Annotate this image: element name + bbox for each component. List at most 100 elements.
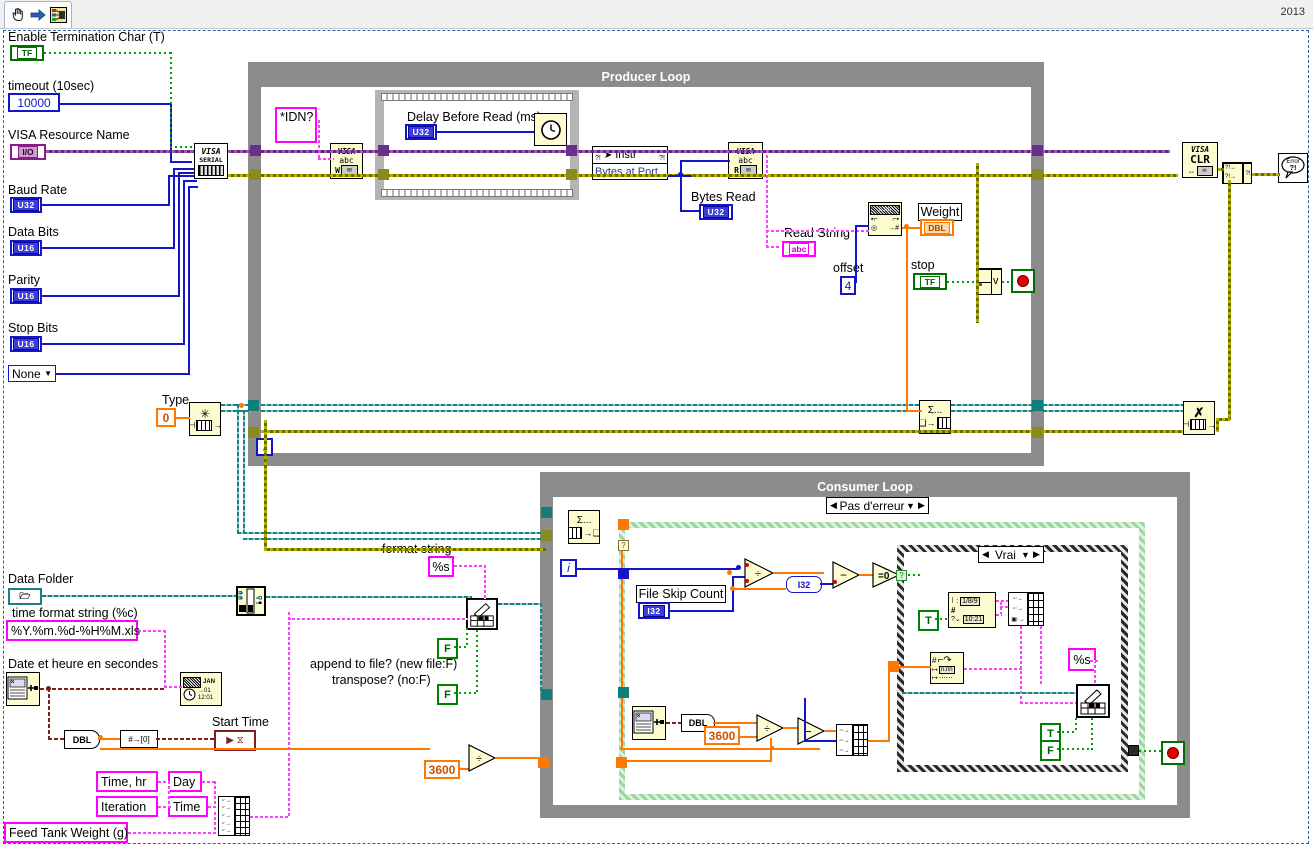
block-diagram-icon[interactable] <box>50 7 67 24</box>
build-path-node[interactable] <box>236 586 266 616</box>
case-selector-error[interactable]: ◀ Pas d'erreur ▼ ▶ <box>826 497 929 514</box>
wait-ms-node[interactable] <box>534 113 567 146</box>
case-next-arrow-icon[interactable]: ▶ <box>916 500 927 511</box>
tunnel-producer-error-left[interactable] <box>250 169 261 180</box>
subtract-node[interactable]: − <box>832 561 860 589</box>
read-string-indicator[interactable]: abc <box>782 241 816 257</box>
time-format-string-value: %Y.%m.%d-%H%M.xls <box>11 623 140 638</box>
tunnel-case-bool-selector[interactable]: ? <box>896 570 907 581</box>
format-datetime-string-node[interactable]: ⠇: 1/8/9 # ?⌄ 10:21 <box>948 592 996 628</box>
get-date-time-seconds-node[interactable] <box>6 672 40 706</box>
enable-term-char-terminal[interactable]: TF <box>10 45 44 61</box>
or-gate-node[interactable]: v <box>977 268 1002 295</box>
tunnel-producer-visa-left[interactable] <box>250 145 261 156</box>
toolbar-button-group[interactable] <box>4 1 72 28</box>
obtain-queue-node[interactable]: ✳ ⊣ → <box>189 402 221 436</box>
consumer-stop-button[interactable] <box>1161 741 1185 765</box>
enqueue-element-node[interactable]: Σ... ❑→ <box>919 400 951 434</box>
true-constant-1[interactable]: T <box>918 610 939 631</box>
header-time-hr-constant[interactable]: Time, hr <box>96 771 158 792</box>
loop-stop-button[interactable] <box>1011 269 1035 293</box>
hand-tool-icon[interactable] <box>10 7 26 24</box>
visa-configure-serial-node[interactable]: VISA SERIAL <box>194 143 228 179</box>
weight-indicator[interactable]: DBL <box>920 219 954 236</box>
delay-before-read-terminal[interactable]: U32 <box>405 124 437 140</box>
tunnel-bool-orange-in[interactable] <box>888 661 899 672</box>
flow-control-dropdown[interactable]: None ▼ <box>8 365 56 382</box>
tunnel-consumer-queue-left[interactable] <box>541 507 552 518</box>
consumer-iteration-terminal[interactable]: i <box>560 559 577 577</box>
format-datetime-string-node-left[interactable]: JAN →01 12:01 <box>180 672 222 706</box>
case-prev-arrow-icon[interactable]: ◀ <box>828 500 839 511</box>
scan-from-string-node[interactable]: n.nn ▪⌐ ⌐▪ ◎ →# <box>868 202 902 236</box>
append-to-file-constant[interactable]: F <box>437 638 458 659</box>
idn-string-constant[interactable]: *IDN? <box>275 107 317 143</box>
case-dropdown-icon[interactable]: ▼ <box>905 501 916 511</box>
tunnel-producer-error-bottom-right[interactable] <box>1032 427 1043 438</box>
release-queue-node[interactable]: ✗ ⊣ → <box>1183 401 1215 435</box>
format-value-node[interactable]: # ⌐↷ ↦ n.nn ↦ ⋯⋯ <box>930 652 964 684</box>
bytes-read-indicator[interactable]: U32 <box>699 204 733 220</box>
case-prev-arrow-icon-2[interactable]: ◀ <box>980 549 991 560</box>
tunnel-consumer-stop[interactable] <box>1128 745 1139 756</box>
tunnel-seq-visa-right[interactable] <box>566 145 577 156</box>
dequeue-element-node[interactable]: Σ... →❑ <box>568 510 600 544</box>
data-folder-terminal[interactable]: 🗁 <box>8 588 42 605</box>
tunnel-consumer-teal-left[interactable] <box>541 689 552 700</box>
get-date-time-seconds-node-2[interactable] <box>632 706 666 740</box>
tunnel-producer-queue-left[interactable] <box>248 400 259 411</box>
tunnel-producer-visa-right[interactable] <box>1032 145 1043 156</box>
tunnel-producer-error-right[interactable] <box>1032 169 1043 180</box>
seconds-constant-consumer[interactable]: 3600 <box>704 726 740 745</box>
transpose-constant[interactable]: F <box>437 684 458 705</box>
timeout-terminal[interactable]: 10000 <box>8 93 60 112</box>
case-next-arrow-icon-2[interactable]: ▶ <box>1031 549 1042 560</box>
case-selector-boolean[interactable]: ◀ Vrai ▼ ▶ <box>978 546 1044 563</box>
divide-node-left[interactable]: ÷ <box>468 744 496 772</box>
number-to-string-node[interactable]: #→[0] <box>120 730 158 748</box>
tunnel-left-orange[interactable] <box>538 757 549 768</box>
stop-terminal[interactable]: TF <box>913 273 947 290</box>
tunnel-seq-error-left[interactable] <box>378 169 389 180</box>
right-arrow-icon[interactable] <box>30 7 46 24</box>
tunnel-producer-queue-right[interactable] <box>1032 400 1043 411</box>
seconds-constant-consumer-value: 3600 <box>708 728 736 743</box>
tunnel-seq-visa-left[interactable] <box>378 145 389 156</box>
type-constant[interactable]: 0 <box>156 408 176 427</box>
tunnel-consumer-error-left[interactable] <box>541 530 552 541</box>
seconds-constant-left[interactable]: 3600 <box>424 760 460 779</box>
tunnel-seq-error-right[interactable] <box>566 169 577 180</box>
offset-constant[interactable]: 4 <box>840 276 856 295</box>
build-array-node-headers[interactable]: ▫⋅→ ▫⋅→ ▫⋅→ ▫⋅→ ▫⋅→ <box>218 796 250 836</box>
visa-clear-node[interactable]: VISA CLR ⇔ ✉ <box>1182 142 1218 178</box>
visa-resource-terminal[interactable]: I/O <box>10 144 46 160</box>
simple-error-handler-node[interactable]: Error?! <box>1278 153 1308 183</box>
baud-rate-terminal[interactable]: U32 <box>10 197 42 213</box>
wire-transpose-h <box>454 692 478 694</box>
case-dropdown-icon-2[interactable]: ▼ <box>1020 550 1031 560</box>
header-iteration-constant[interactable]: Iteration <box>96 796 158 817</box>
false-constant-3[interactable]: F <box>1040 740 1061 761</box>
stop-bits-terminal[interactable]: U16 <box>10 336 42 352</box>
header-day-constant[interactable]: Day <box>168 771 202 792</box>
tunnel-case-orange-bottom[interactable] <box>616 757 627 768</box>
file-skip-count-terminal[interactable]: I32 <box>638 602 670 619</box>
quotient-remainder-node[interactable]: ÷ <box>744 558 774 588</box>
time-format-string-constant[interactable]: %Y.%m.%d-%H%M.xls <box>6 620 140 641</box>
tunnel-producer-error-bottom-left[interactable] <box>248 427 259 438</box>
header-feed-tank-weight-constant[interactable]: Feed Tank Weight (g) <box>4 822 128 843</box>
tunnel-case-orange-top[interactable] <box>618 519 629 530</box>
data-bits-terminal[interactable]: U16 <box>10 240 42 256</box>
build-array-node-2[interactable]: ▫⋅→ ▫⋅→ ▫⋅→ <box>836 724 868 756</box>
tunnel-case-error[interactable]: ? <box>618 540 629 551</box>
build-array-node-1[interactable]: ▫⋅→ ▫⋅→ ▣⋅→ <box>1008 592 1044 626</box>
release-queue-glyph-bottom: ⊣ → <box>1184 419 1214 430</box>
tunnel-case-iteration[interactable] <box>618 568 629 579</box>
format-string-constant[interactable]: %s <box>428 556 454 577</box>
merge-errors-node[interactable]: ?!→ ?!→ ?! <box>1222 162 1252 184</box>
header-time-constant[interactable]: Time <box>168 796 208 817</box>
tunnel-case-teal[interactable] <box>618 687 629 698</box>
write-spreadsheet-node-2[interactable] <box>1076 684 1110 718</box>
parity-terminal[interactable]: U16 <box>10 288 42 304</box>
write-spreadsheet-node-1[interactable] <box>466 598 498 630</box>
